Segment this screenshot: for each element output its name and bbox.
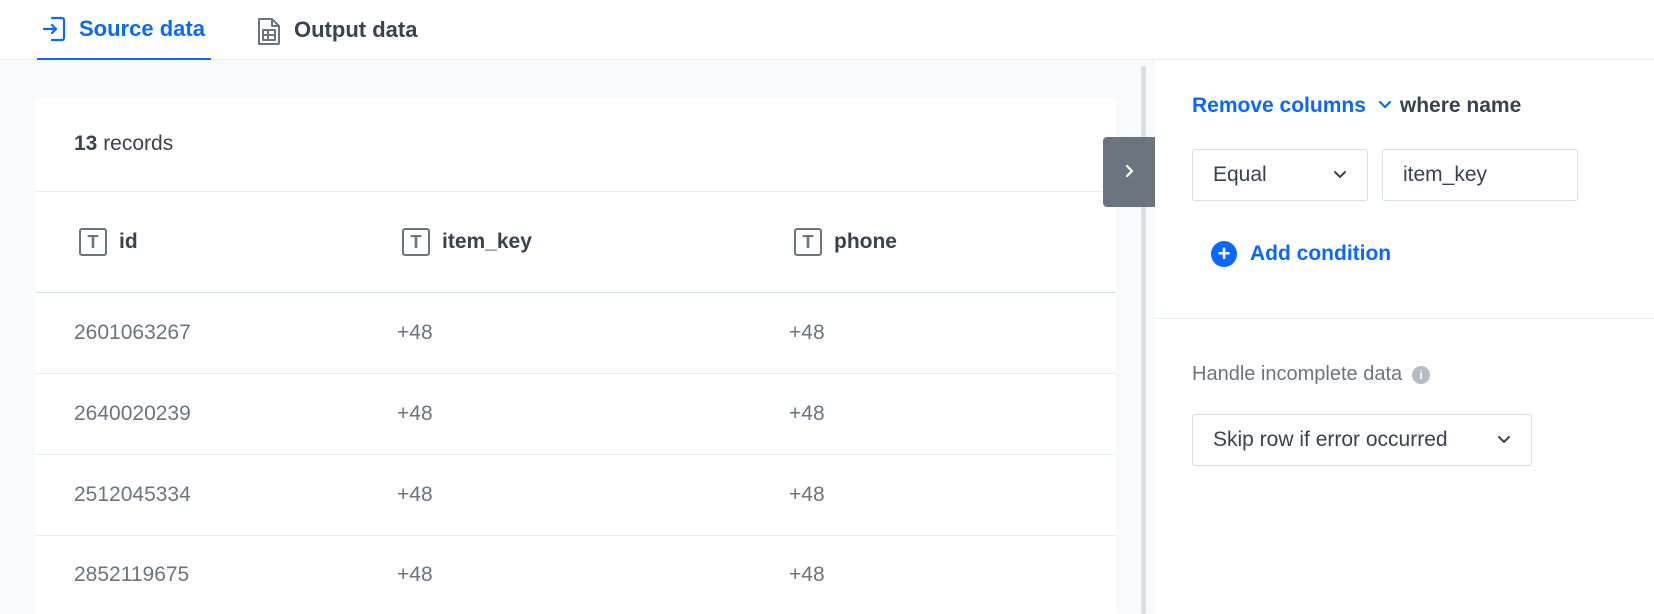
incomplete-data-label-text: Handle incomplete data [1192,363,1403,385]
table-row: 2852119675 +48 +48 [35,535,1116,614]
chevron-down-icon[interactable] [1378,97,1392,115]
table-row: 2640020239 +48 +48 [35,374,1116,455]
condition-header: Remove columns where name [1192,94,1521,118]
condition-value: item_key [1403,163,1488,186]
tab-output-data-label: Output data [294,17,418,42]
divider [35,191,1116,192]
plus-circle-icon: + [1211,241,1237,267]
action-dropdown[interactable]: Remove columns [1192,94,1366,118]
operator-select[interactable]: Equal [1192,149,1368,201]
table-cell: +48 [397,483,433,506]
table-cell: 2512045334 [74,483,191,506]
incomplete-data-select[interactable]: Skip row if error occurred [1192,414,1532,466]
record-count-number: 13 [74,132,98,155]
table-cell: 2601063267 [74,321,191,344]
chevron-right-icon [1123,158,1135,186]
column-header-label: item_key [442,230,532,253]
column-header-label: id [119,230,138,253]
spreadsheet-icon [256,16,282,45]
table-cell: +48 [397,321,433,344]
chevron-down-icon [1333,167,1347,183]
where-name-label: where name [1399,94,1522,117]
table-row: 2512045334 +48 +48 [35,455,1116,536]
divider [1155,318,1654,319]
tab-bar: Source data Output data [0,0,1654,60]
incomplete-data-value: Skip row if error occurred [1213,428,1448,451]
add-condition-label: Add condition [1250,242,1392,265]
tab-source-data[interactable]: Source data [37,0,211,60]
record-count-suffix: records [97,132,174,155]
config-panel: Remove columns where name Equal item_key… [1155,61,1654,614]
column-header-label: phone [834,230,897,253]
tab-output-data[interactable]: Output data [256,0,417,60]
table-cell: +48 [789,402,825,425]
text-type-icon: T [794,228,822,256]
info-icon[interactable]: i [1412,365,1431,384]
condition-value-input[interactable]: item_key [1382,149,1578,201]
tab-source-data-label: Source data [79,16,205,41]
chevron-down-icon [1497,432,1511,448]
column-header-phone[interactable]: T phone [794,228,897,256]
source-table-card: 13 records T id T item_key T phone 26010… [35,98,1116,614]
column-header-id[interactable]: T id [79,228,138,256]
table-cell: 2640020239 [74,402,191,425]
collapse-panel-button[interactable] [1103,137,1155,207]
record-count: 13 records [74,132,173,156]
import-icon [41,15,67,43]
table-cell: +48 [397,563,433,586]
text-type-icon: T [79,228,107,256]
table-row: 2601063267 +48 +48 [35,293,1116,374]
table-cell: +48 [397,402,433,425]
table-cell: 2852119675 [74,563,190,586]
add-condition-button[interactable]: + Add condition [1211,241,1391,267]
operator-value: Equal [1213,163,1267,186]
text-type-icon: T [402,228,430,256]
table-cell: +48 [789,483,825,506]
table-cell: +48 [789,563,825,586]
incomplete-data-label: Handle incomplete data i [1192,363,1431,386]
table-cell: +48 [789,321,825,344]
column-header-item-key[interactable]: T item_key [402,228,532,256]
